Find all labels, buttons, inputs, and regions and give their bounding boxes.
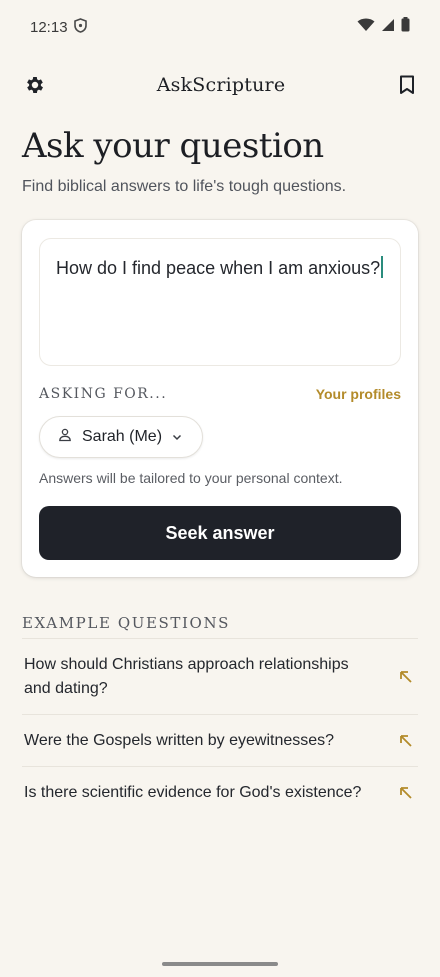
status-bar: 12:13 bbox=[0, 0, 440, 54]
profile-selector[interactable]: Sarah (Me) bbox=[39, 416, 203, 458]
your-profiles-link[interactable]: Your profiles bbox=[316, 386, 401, 402]
page-subtitle: Find biblical answers to life's tough qu… bbox=[22, 178, 347, 195]
person-icon bbox=[58, 428, 72, 447]
tailored-note: Answers will be tailored to your persona… bbox=[39, 470, 343, 486]
status-left: 12:13 bbox=[30, 17, 87, 37]
example-question-text: How should Christians approach relations… bbox=[24, 655, 349, 697]
example-question-item[interactable]: How should Christians approach relations… bbox=[22, 638, 418, 714]
arrow-up-left-icon bbox=[398, 785, 414, 801]
example-question-item[interactable]: Were the Gospels written by eyewitnesses… bbox=[22, 714, 418, 766]
text-caret bbox=[381, 256, 384, 278]
wifi-icon bbox=[357, 18, 375, 37]
arrow-up-left-icon bbox=[398, 669, 414, 685]
app-bar: AskScripture bbox=[0, 62, 440, 108]
example-question-text: Is there scientific evidence for God's e… bbox=[24, 783, 362, 801]
example-question-text: Were the Gospels written by eyewitnesses… bbox=[24, 731, 335, 749]
shield-icon bbox=[73, 17, 87, 37]
bookmark-icon[interactable] bbox=[394, 72, 420, 98]
example-question-item[interactable]: Is there scientific evidence for God's e… bbox=[22, 766, 418, 818]
example-questions-list: How should Christians approach relations… bbox=[22, 638, 418, 818]
status-time: 12:13 bbox=[30, 18, 68, 36]
chevron-down-icon bbox=[172, 428, 182, 446]
status-right bbox=[357, 17, 410, 37]
app-title: AskScripture bbox=[156, 74, 286, 96]
question-text: How do I find peace when I am anxious? bbox=[56, 258, 381, 278]
signal-icon bbox=[381, 18, 395, 37]
question-input[interactable]: How do I find peace when I am anxious? bbox=[39, 238, 401, 366]
example-questions-heading: EXAMPLE QUESTIONS bbox=[22, 614, 231, 632]
seek-answer-button[interactable]: Seek answer bbox=[39, 506, 401, 560]
battery-icon bbox=[401, 17, 410, 37]
gesture-nav-handle[interactable] bbox=[162, 962, 278, 966]
question-card: How do I find peace when I am anxious? A… bbox=[22, 220, 418, 577]
asking-for-label: ASKING FOR... bbox=[39, 386, 168, 402]
profile-selector-label: Sarah (Me) bbox=[82, 428, 163, 445]
gear-icon[interactable] bbox=[22, 72, 48, 98]
asking-for-row: ASKING FOR... Your profiles bbox=[39, 386, 401, 402]
page-title: Ask your question bbox=[22, 126, 324, 166]
arrow-up-left-icon bbox=[398, 733, 414, 749]
